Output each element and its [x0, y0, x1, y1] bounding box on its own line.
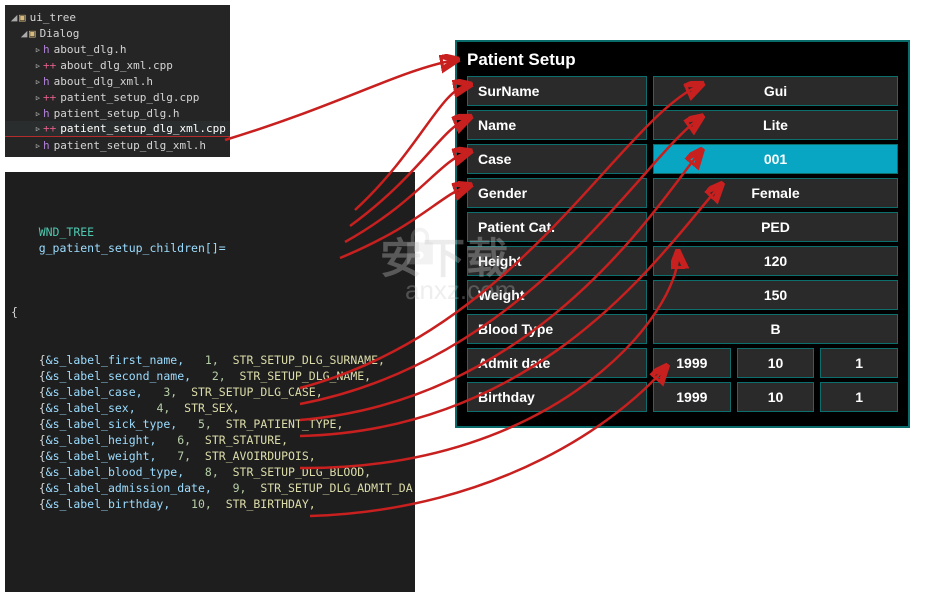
field-label: Blood Type — [467, 314, 647, 344]
tree-file-name: about_dlg_xml.cpp — [60, 59, 173, 72]
dialog-row: GenderFemale — [457, 178, 908, 208]
field-value[interactable]: 150 — [653, 280, 898, 310]
expand-icon: ▹ — [33, 91, 43, 104]
date-m-spinner[interactable]: 10 — [737, 382, 815, 412]
code-editor[interactable]: WND_TREE g_patient_setup_children[]= { {… — [5, 172, 415, 592]
tree-file-name: patient_setup_dlg_xml.cpp — [60, 122, 226, 135]
field-label: Birthday — [467, 382, 647, 412]
field-label: Name — [467, 110, 647, 140]
field-label: Gender — [467, 178, 647, 208]
tree-file[interactable]: ▹h about_dlg_xml.h — [5, 73, 230, 89]
tree-file-name: patient_setup_dlg.h — [54, 107, 180, 120]
tree-file[interactable]: ▹h patient_setup_dlg.h — [5, 105, 230, 121]
tree-folder[interactable]: ◢ ▣ Dialog — [5, 25, 230, 41]
cpp-file-icon: ++ — [43, 59, 56, 72]
code-line: {&s_label_second_name, 2, STR_SETUP_DLG_… — [11, 368, 409, 384]
tree-file[interactable]: ▹++ patient_setup_dlg.cpp — [5, 89, 230, 105]
code-line: {&s_label_height, 6, STR_STATURE, — [11, 432, 409, 448]
tree-file[interactable]: ▹h about_dlg.h — [5, 41, 230, 57]
code-line: {&s_label_sex, 4, STR_SEX, — [11, 400, 409, 416]
expand-icon: ▹ — [33, 59, 43, 72]
date-d-spinner[interactable]: 1 — [820, 382, 898, 412]
date-d-spinner[interactable]: 1 — [820, 348, 898, 378]
code-line: {&s_label_weight, 7, STR_AVOIRDUPOIS, — [11, 448, 409, 464]
field-value[interactable]: Gui — [653, 76, 898, 106]
dialog-title: Patient Setup — [457, 42, 908, 76]
field-label: Admit date — [467, 348, 647, 378]
tree-file[interactable]: ▹++ about_dlg_xml.cpp — [5, 57, 230, 73]
field-label: SurName — [467, 76, 647, 106]
header-file-icon: h — [43, 75, 50, 88]
expand-icon: ▹ — [33, 75, 43, 88]
code-line: {&s_label_first_name, 1, STR_SETUP_DLG_S… — [11, 352, 409, 368]
field-label: Patient Cat. — [467, 212, 647, 242]
code-line: {&s_label_birthday, 10, STR_BIRTHDAY, — [11, 496, 409, 512]
cpp-file-icon: ++ — [43, 122, 56, 135]
field-value[interactable]: 120 — [653, 246, 898, 276]
dialog-row: Height120 — [457, 246, 908, 276]
date-m-spinner[interactable]: 10 — [737, 348, 815, 378]
cpp-file-icon: ++ — [43, 91, 56, 104]
tree-file-name: patient_setup_dlg_xml.h — [54, 139, 206, 152]
collapse-icon: ◢ — [19, 27, 29, 40]
tree-file[interactable]: ▹h patient_setup_dlg_xml.h — [5, 137, 230, 153]
header-file-icon: h — [43, 139, 50, 152]
tree-root[interactable]: ◢ ▣ ui_tree — [5, 9, 230, 25]
code-line: {&s_label_blood_type, 8, STR_SETUP_DLG_B… — [11, 464, 409, 480]
field-value[interactable]: B — [653, 314, 898, 344]
code-line: {&s_label_admission_date, 9, STR_SETUP_D… — [11, 480, 409, 496]
field-label: Height — [467, 246, 647, 276]
dialog-date-row: Admit date1999101 — [457, 348, 908, 378]
tree-file-name: about_dlg.h — [54, 43, 127, 56]
field-value[interactable]: Female — [653, 178, 898, 208]
code-var: g_patient_setup_children[]= — [39, 241, 226, 255]
dialog-row: Patient Cat.PED — [457, 212, 908, 242]
dialog-date-row: Birthday1999101 — [457, 382, 908, 412]
file-tree: ◢ ▣ ui_tree ◢ ▣ Dialog ▹habout_dlg.h▹++a… — [5, 5, 230, 157]
tree-file-name: patient_setup_dlg.cpp — [60, 91, 199, 104]
field-label: Case — [467, 144, 647, 174]
expand-icon: ▹ — [33, 107, 43, 120]
dialog-row: Blood TypeB — [457, 314, 908, 344]
header-file-icon: h — [43, 107, 50, 120]
dialog-row: Case001 — [457, 144, 908, 174]
tree-folder-label: Dialog — [40, 27, 80, 40]
folder-icon: ▣ — [19, 11, 26, 24]
tree-root-label: ui_tree — [30, 11, 76, 24]
brace-open: { — [11, 304, 409, 320]
date-y-spinner[interactable]: 1999 — [653, 382, 731, 412]
field-value[interactable]: 001 — [653, 144, 898, 174]
code-line: {&s_label_case, 3, STR_SETUP_DLG_CASE, — [11, 384, 409, 400]
dialog-row: Weight150 — [457, 280, 908, 310]
date-y-spinner[interactable]: 1999 — [653, 348, 731, 378]
expand-icon: ▹ — [33, 139, 43, 152]
dialog-row: NameLite — [457, 110, 908, 140]
dialog-row: SurNameGui — [457, 76, 908, 106]
field-label: Weight — [467, 280, 647, 310]
expand-icon: ▹ — [33, 122, 43, 135]
field-value[interactable]: Lite — [653, 110, 898, 140]
expand-icon: ▹ — [33, 43, 43, 56]
field-value[interactable]: PED — [653, 212, 898, 242]
folder-icon: ▣ — [29, 27, 36, 40]
collapse-icon: ◢ — [9, 11, 19, 24]
tree-file[interactable]: ▹++ patient_setup_dlg_xml.cpp — [5, 121, 230, 137]
code-line: {&s_label_sick_type, 5, STR_PATIENT_TYPE… — [11, 416, 409, 432]
patient-setup-dialog: Patient Setup SurNameGuiNameLiteCase001G… — [455, 40, 910, 428]
code-type: WND_TREE — [39, 225, 94, 239]
tree-file-name: about_dlg_xml.h — [54, 75, 153, 88]
header-file-icon: h — [43, 43, 50, 56]
